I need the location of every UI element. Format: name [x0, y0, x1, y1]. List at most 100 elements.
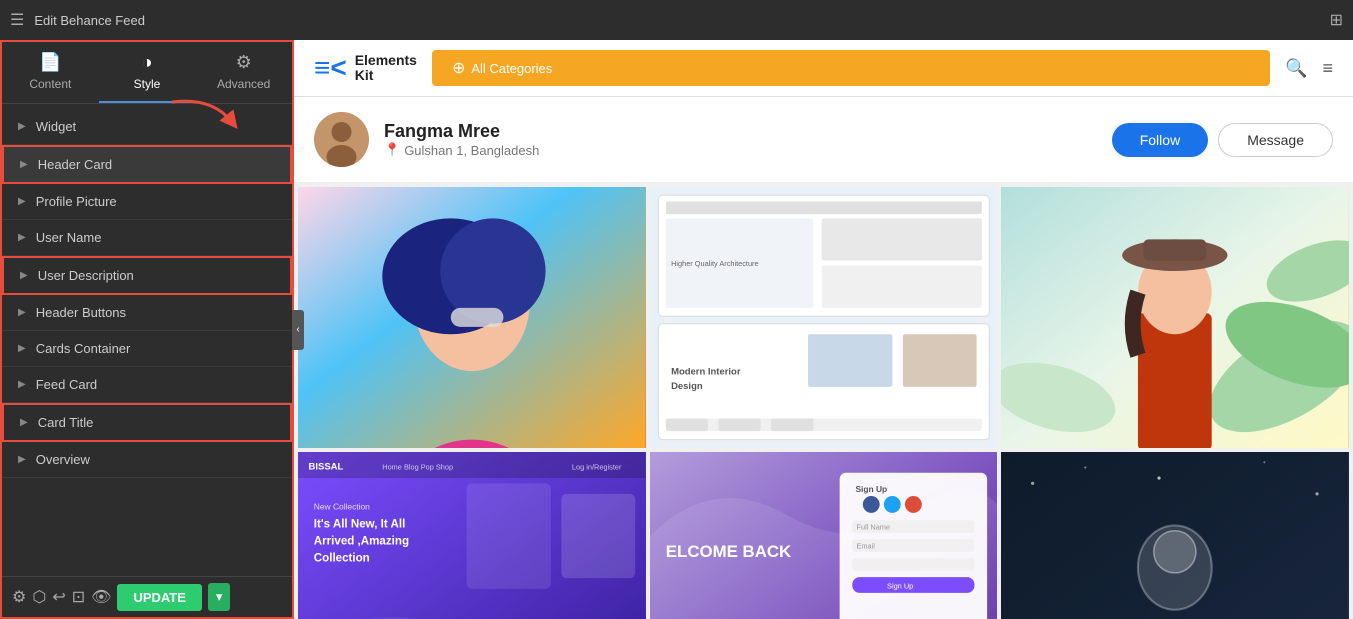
- search-icon[interactable]: 🔍: [1285, 58, 1307, 79]
- tab-style[interactable]: ◑ Style: [99, 42, 196, 103]
- hamburger-icon[interactable]: ☰: [10, 10, 24, 30]
- tab-advanced-label: Advanced: [217, 77, 270, 91]
- arrow-icon: ▶: [18, 343, 26, 354]
- categories-button[interactable]: ⊕ All Categories: [432, 50, 1270, 86]
- grid-icon[interactable]: ⊞: [1330, 10, 1343, 30]
- profile-buttons: Follow Message: [1112, 123, 1333, 157]
- sidebar-item-card-title-label: Card Title: [38, 415, 94, 430]
- avatar-image: [314, 112, 369, 167]
- settings-icon[interactable]: ⚙: [12, 587, 26, 607]
- follow-button[interactable]: Follow: [1112, 123, 1208, 157]
- svg-text:Home Blog Pop Shop: Home Blog Pop Shop: [382, 462, 453, 471]
- sidebar-item-cards-container-label: Cards Container: [36, 341, 131, 356]
- top-navigation: ≡< Elements Kit ⊕ All Categories 🔍 ≡: [294, 40, 1353, 97]
- bissal-website: BISSAL Home Blog Pop Shop Log in/Registe…: [298, 452, 646, 619]
- profile-location: 📍 Gulshan 1, Bangladesh: [384, 142, 1097, 158]
- tab-style-label: Style: [134, 77, 161, 91]
- svg-text:Sign Up: Sign Up: [855, 484, 887, 494]
- svg-text:Collection: Collection: [314, 552, 370, 564]
- svg-text:Log in/Register: Log in/Register: [572, 462, 622, 471]
- tabs-bar: 📄 Content ◑ Style ⚙ Advanced: [2, 42, 292, 104]
- svg-text:BISSAL: BISSAL: [309, 461, 344, 472]
- responsive-icon[interactable]: ⊡: [72, 587, 85, 607]
- logo-brand: Elements: [355, 53, 417, 68]
- sidebar-item-header-buttons-label: Header Buttons: [36, 305, 126, 320]
- sidebar-items-list: ▶ Widget ▶ Header Card ▶ Profile Picture…: [2, 104, 292, 576]
- content-area: ≡< Elements Kit ⊕ All Categories 🔍 ≡: [294, 40, 1353, 619]
- sidebar-item-user-description[interactable]: ▶ User Description: [2, 256, 292, 295]
- image-grid: Higher Quality Architecture Modern Inter…: [294, 183, 1353, 619]
- grid-item-1[interactable]: [298, 187, 646, 448]
- arrow-icon: ▶: [20, 417, 28, 428]
- topnav-icons: 🔍 ≡: [1285, 58, 1333, 79]
- sidebar-item-user-name[interactable]: ▶ User Name: [2, 220, 292, 256]
- sidebar-item-feed-card-label: Feed Card: [36, 377, 97, 392]
- sidebar-item-widget[interactable]: ▶ Widget: [2, 109, 292, 145]
- grid-item-4[interactable]: BISSAL Home Blog Pop Shop Log in/Registe…: [298, 452, 646, 619]
- sidebar-item-user-name-label: User Name: [36, 230, 102, 245]
- style-icon: ◑: [142, 52, 153, 73]
- tab-advanced[interactable]: ⚙ Advanced: [195, 42, 292, 103]
- undo-icon[interactable]: ↩: [52, 587, 65, 607]
- arrow-icon: ▶: [20, 270, 28, 281]
- tab-content[interactable]: 📄 Content: [2, 42, 99, 103]
- fashion-illustration: [1001, 187, 1349, 448]
- svg-text:Design: Design: [671, 381, 703, 392]
- message-button[interactable]: Message: [1218, 123, 1333, 157]
- arrow-icon: ▶: [18, 196, 26, 207]
- profile-location-text: Gulshan 1, Bangladesh: [404, 143, 539, 158]
- update-dropdown-button[interactable]: ▾: [208, 583, 231, 611]
- layers-icon[interactable]: ⬡: [32, 587, 46, 607]
- error-page: 4 4 OOPOS: [1001, 452, 1349, 619]
- sidebar-item-overview[interactable]: ▶ Overview: [2, 442, 292, 478]
- sidebar-item-header-buttons[interactable]: ▶ Header Buttons: [2, 295, 292, 331]
- grid-item-3[interactable]: [1001, 187, 1349, 448]
- logo-text: Elements Kit: [355, 53, 417, 84]
- sidebar-item-header-card-label: Header Card: [38, 157, 112, 172]
- collapse-handle[interactable]: ‹: [292, 310, 304, 350]
- grid-item-2[interactable]: Higher Quality Architecture Modern Inter…: [650, 187, 998, 448]
- update-button[interactable]: UPDATE: [117, 584, 201, 611]
- sidebar-item-profile-picture[interactable]: ▶ Profile Picture: [2, 184, 292, 220]
- sidebar-item-feed-card[interactable]: ▶ Feed Card: [2, 367, 292, 403]
- tab-content-label: Content: [29, 77, 71, 91]
- menu-icon[interactable]: ≡: [1322, 58, 1333, 79]
- sidebar: 📄 Content ◑ Style ⚙ Advanced ▶ Widget ▶ …: [0, 40, 294, 619]
- profile-info: Fangma Mree 📍 Gulshan 1, Bangladesh: [384, 121, 1097, 158]
- content-icon: 📄: [39, 52, 61, 73]
- profile-header: Fangma Mree 📍 Gulshan 1, Bangladesh Foll…: [294, 97, 1353, 183]
- svg-text:Higher Quality Architecture: Higher Quality Architecture: [671, 259, 759, 268]
- svg-text:Arrived ,Amazing: Arrived ,Amazing: [314, 535, 409, 547]
- svg-text:New Collection: New Collection: [314, 501, 370, 511]
- sidebar-item-cards-container[interactable]: ▶ Cards Container: [2, 331, 292, 367]
- advanced-icon: ⚙: [236, 52, 252, 73]
- categories-label: All Categories: [471, 61, 552, 76]
- arrow-icon: ▶: [20, 159, 28, 170]
- svg-text:It's All New, It All: It's All New, It All: [314, 518, 406, 530]
- location-pin-icon: 📍: [384, 142, 400, 158]
- sidebar-item-profile-picture-label: Profile Picture: [36, 194, 117, 209]
- logo-area: ≡< Elements Kit: [314, 52, 417, 84]
- sidebar-item-user-description-label: User Description: [38, 268, 134, 283]
- sidebar-item-header-card[interactable]: ▶ Header Card: [2, 145, 292, 184]
- svg-text:Full Name: Full Name: [856, 522, 890, 531]
- sidebar-item-card-title[interactable]: ▶ Card Title: [2, 403, 292, 442]
- signup-page: ELCOME BACK Sign Up Full Name Email: [650, 452, 998, 619]
- arrow-icon: ▶: [18, 454, 26, 465]
- main-layout: 📄 Content ◑ Style ⚙ Advanced ▶ Widget ▶ …: [0, 40, 1353, 619]
- portrait-illustration: [298, 187, 646, 448]
- profile-name: Fangma Mree: [384, 121, 1097, 142]
- grid-item-5[interactable]: ELCOME BACK Sign Up Full Name Email: [650, 452, 998, 619]
- feed-content: Fangma Mree 📍 Gulshan 1, Bangladesh Foll…: [294, 97, 1353, 619]
- eye-icon[interactable]: 👁: [91, 587, 111, 607]
- sidebar-item-widget-label: Widget: [36, 119, 76, 134]
- logo-subbrand: Kit: [355, 68, 417, 83]
- arrow-icon: ▶: [18, 379, 26, 390]
- avatar: [314, 112, 369, 167]
- page-title: Edit Behance Feed: [34, 13, 1319, 28]
- grid-item-6[interactable]: 4 4 OOPOS: [1001, 452, 1349, 619]
- arrow-icon: ▶: [18, 121, 26, 132]
- svg-text:Modern Interior: Modern Interior: [671, 366, 741, 377]
- logo-icon: ≡<: [314, 52, 347, 84]
- svg-text:Sign Up: Sign Up: [887, 581, 913, 590]
